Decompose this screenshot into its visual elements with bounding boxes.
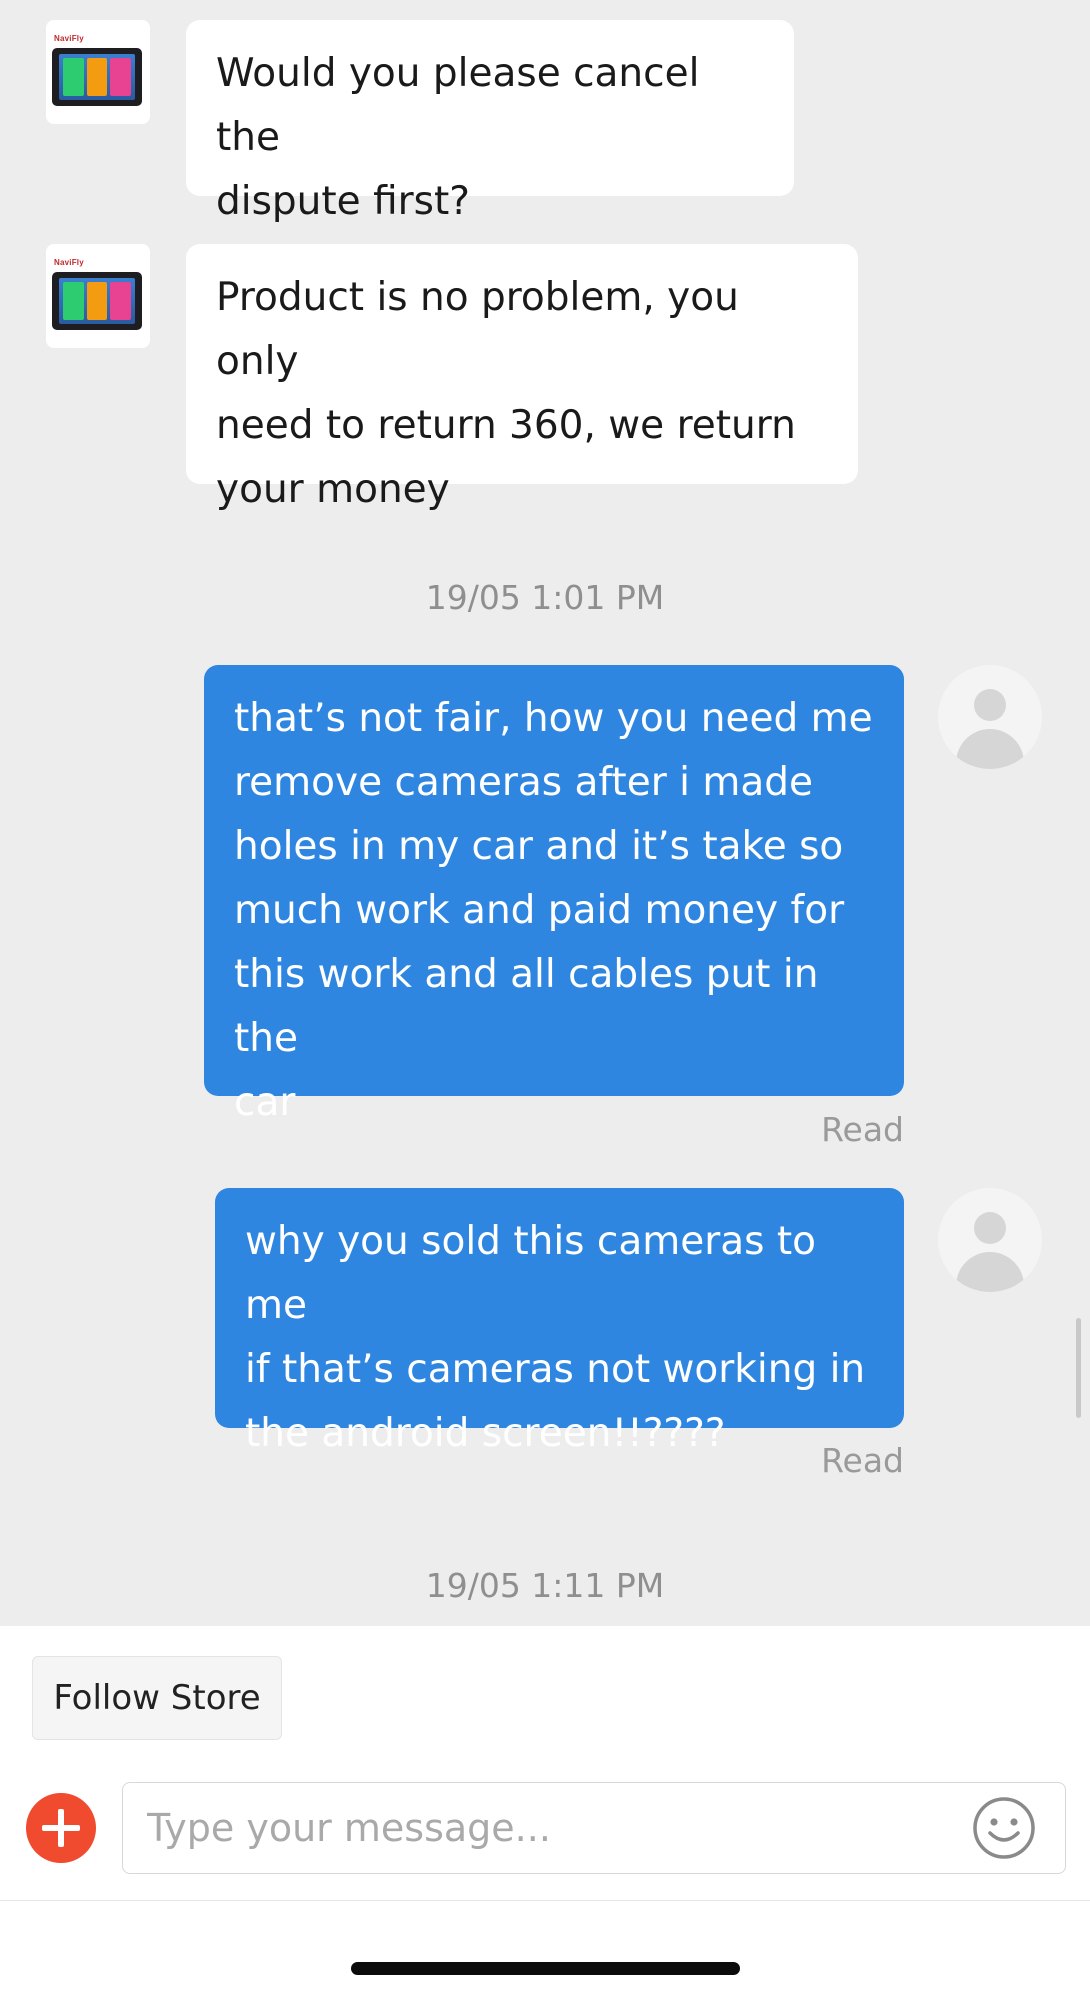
store-brand-logo: NaviFly — [54, 258, 84, 267]
smiley-icon[interactable] — [971, 1795, 1037, 1861]
message-input-container[interactable] — [122, 1782, 1066, 1874]
footer-divider — [0, 1900, 1090, 1901]
chat-thread[interactable]: NaviFly Would you please cancel the disp… — [0, 0, 1090, 1626]
read-receipt: Read — [821, 1441, 904, 1480]
home-indicator[interactable] — [351, 1962, 740, 1975]
message-bubble-incoming[interactable]: Product is no problem, you only need to … — [186, 244, 858, 512]
follow-store-button[interactable]: Follow Store — [32, 1656, 282, 1740]
user-avatar-icon[interactable] — [938, 1188, 1042, 1292]
message-bubble-outgoing[interactable]: why you sold this cameras to me if that’… — [215, 1188, 904, 1456]
message-bubble-incoming[interactable]: Would you please cancel the dispute firs… — [186, 20, 794, 224]
message-input[interactable] — [147, 1783, 947, 1873]
scrollbar[interactable] — [1076, 1318, 1081, 1418]
message-timestamp: 19/05 1:01 PM — [425, 578, 665, 617]
plus-icon[interactable] — [26, 1793, 96, 1863]
store-brand-logo: NaviFly — [54, 34, 84, 43]
store-avatar[interactable]: NaviFly — [46, 244, 150, 348]
message-bubble-outgoing[interactable]: that’s not fair, how you need me remove … — [204, 665, 904, 1125]
store-avatar[interactable]: NaviFly — [46, 20, 150, 124]
message-timestamp: 19/05 1:11 PM — [425, 1566, 665, 1605]
read-receipt: Read — [821, 1110, 904, 1149]
user-avatar-icon[interactable] — [938, 665, 1042, 769]
product-thumbnail — [52, 48, 142, 106]
product-thumbnail — [52, 272, 142, 330]
